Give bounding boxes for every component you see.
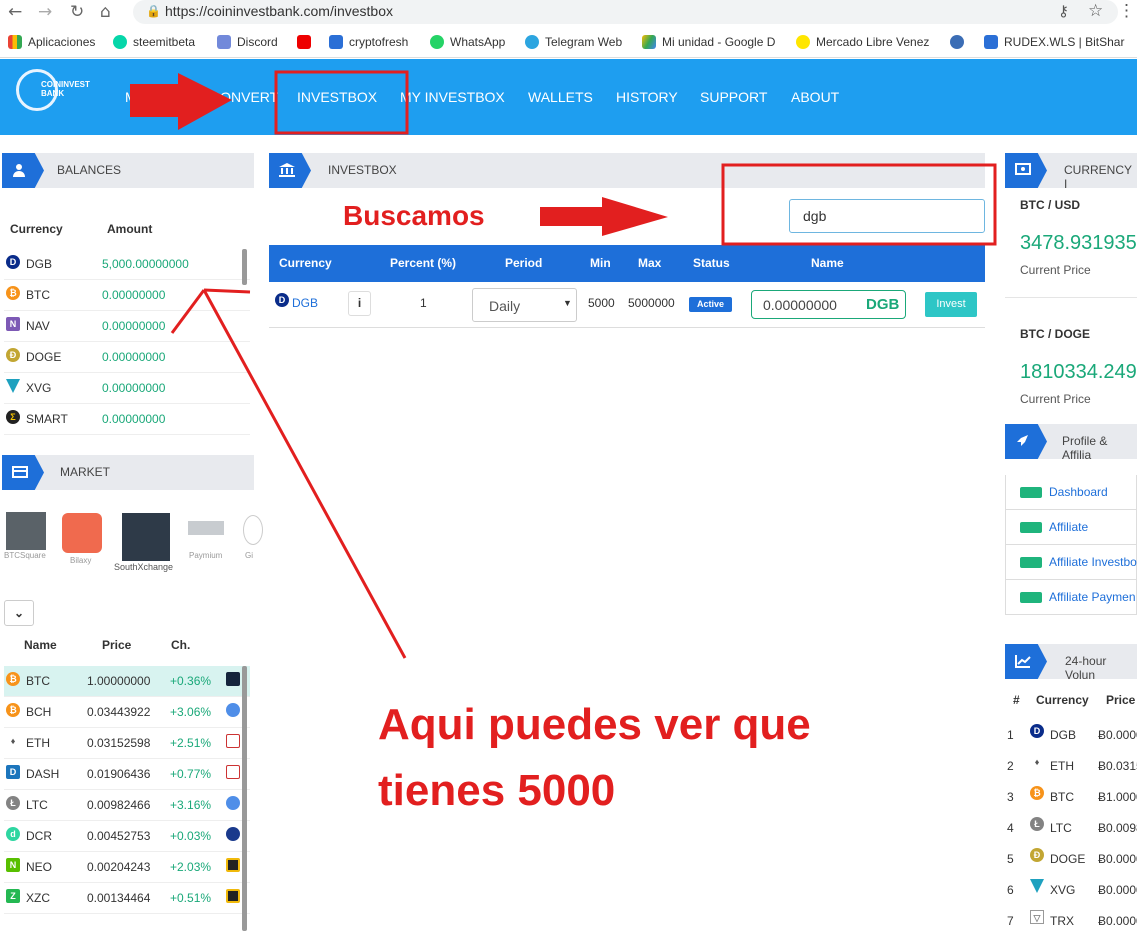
annotation-balance-note-2: tienes 5000 — [378, 766, 616, 815]
search-arrow-icon — [540, 197, 668, 236]
investbox-highlight-box — [274, 70, 409, 135]
annotation-balance-note-1: Aqui puedes ver que — [378, 700, 811, 749]
balance-arrowhead-top — [203, 288, 251, 294]
annotation-search-note: Buscamos — [343, 200, 485, 231]
nav-arrow-icon — [130, 73, 232, 130]
balance-arrowhead-bottom — [170, 289, 206, 334]
balance-arrow-line — [202, 289, 407, 659]
search-highlight-box — [721, 163, 997, 246]
